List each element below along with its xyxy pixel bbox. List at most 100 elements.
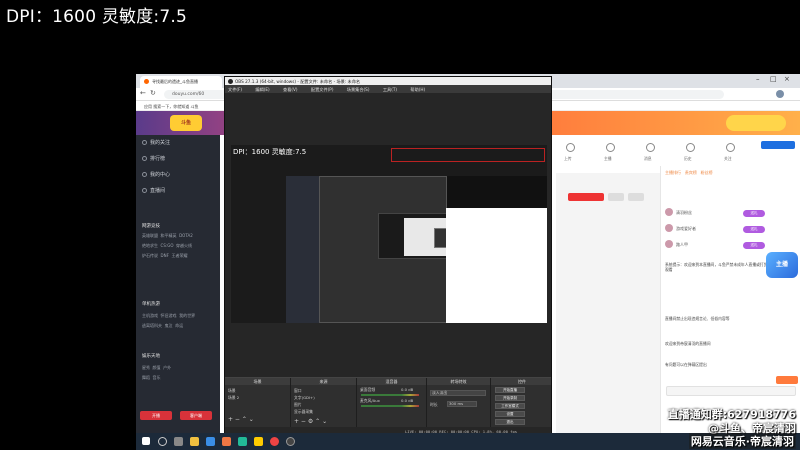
sources-dock: 来源 窗口 文字(GDI+) 图片 显示器采集 + − ⚙ ⌃ ⌄ <box>291 378 357 428</box>
preview-nested-screen <box>286 176 547 323</box>
source-item[interactable]: 文字(GDI+) <box>294 395 315 401</box>
menu-scene-collection[interactable]: 场景集合(S) <box>347 87 370 92</box>
app-icon[interactable] <box>222 437 231 446</box>
sidebar-grid-6[interactable]: 星秀 颜值 户外 <box>142 365 171 371</box>
promo-banner[interactable] <box>726 115 786 131</box>
close-icon[interactable]: × <box>784 75 790 83</box>
menu-edit[interactable]: 编辑(E) <box>255 87 269 92</box>
add-source-icon[interactable]: + − ⚙ ⌃ ⌄ <box>294 418 327 425</box>
reload-icon[interactable]: ↻ <box>150 89 156 97</box>
start-streaming-button[interactable]: 开始直播 <box>495 387 525 393</box>
tag-pill[interactable] <box>628 193 644 201</box>
nav-label-upload: 上传 <box>564 156 572 161</box>
studio-mode-button[interactable]: 工作室模式 <box>495 403 525 409</box>
streamer-icon[interactable] <box>606 143 615 152</box>
browser-tab[interactable]: 寻找最后的遗迹_斗鱼直播 <box>140 76 222 88</box>
scenes-header: 场景 <box>225 378 290 385</box>
message-icon[interactable] <box>646 143 655 152</box>
netease-id-text: 网易云音乐·帝宸清羽 <box>688 433 796 449</box>
tv-icon <box>142 188 147 193</box>
sidebar-grid-7[interactable]: 舞蹈 音乐 <box>142 375 161 381</box>
app-icon[interactable] <box>238 437 247 446</box>
section-title-single: 单机热游 <box>142 302 160 307</box>
search-icon[interactable] <box>158 437 167 446</box>
gift-badge: 送礼 <box>743 226 765 233</box>
section-title-ent: 娱乐天地 <box>142 354 160 359</box>
source-item[interactable]: 图片 <box>294 402 302 408</box>
rank-row[interactable]: 路人甲 <box>665 240 688 248</box>
edge-icon[interactable] <box>206 437 215 446</box>
live-tag[interactable] <box>568 193 604 201</box>
tag-pill[interactable] <box>608 193 624 201</box>
exit-button[interactable]: 退出 <box>495 419 525 425</box>
file-explorer-icon[interactable] <box>190 437 199 446</box>
sidebar-grid-4[interactable]: 主机游戏 怀旧游戏 我的世界 <box>142 313 195 319</box>
chrome-icon[interactable] <box>270 437 279 446</box>
source-item[interactable]: 窗口 <box>294 388 302 394</box>
rank-row[interactable]: 清羽粉丝 <box>665 208 692 216</box>
obs-taskbar-icon[interactable] <box>286 437 295 446</box>
settings-button[interactable]: 设置 <box>495 411 525 417</box>
sidebar-item-rank[interactable]: 排行榜 <box>142 155 165 162</box>
douyu-logo[interactable]: 斗鱼 <box>170 115 202 131</box>
chat-message: 有问题可以在弹幕区提出 <box>665 362 707 367</box>
menu-profile[interactable]: 配置文件(P) <box>311 87 334 92</box>
start-live-button[interactable]: 开播 <box>140 411 172 420</box>
upload-icon[interactable] <box>566 143 575 152</box>
sidebar-item-room[interactable]: 直播间 <box>142 187 165 194</box>
minimize-icon[interactable]: – <box>756 75 760 83</box>
mixer-db: 0.0 dB <box>401 398 414 403</box>
event-badge[interactable]: 主播 <box>766 252 798 278</box>
nav-label-follow: 关注 <box>724 156 732 161</box>
obs-title-bar: OBS 27.1.3 (64-bit, windows) - 配置文件: 未命名… <box>225 77 551 85</box>
avatar <box>665 224 673 232</box>
task-view-icon[interactable] <box>174 437 183 446</box>
scene-item[interactable]: 场景 2 <box>228 395 239 401</box>
follow-icon[interactable] <box>726 143 735 152</box>
menu-view[interactable]: 查看(V) <box>283 87 298 92</box>
back-icon[interactable]: ← <box>140 89 146 97</box>
chat-message: 直播间禁止出现违规言论、低俗内容等 <box>665 316 730 321</box>
menu-tools[interactable]: 工具(T) <box>383 87 397 92</box>
sidebar-grid-1[interactable]: 英雄联盟 和平精英 DOTA2 <box>142 233 193 239</box>
nested-obs <box>319 176 458 323</box>
sources-header: 来源 <box>291 378 356 385</box>
client-button[interactable]: 客户端 <box>180 411 212 420</box>
sidebar-grid-3[interactable]: 炉石传说 DNF 王者荣耀 <box>142 253 187 259</box>
audio-meter <box>361 394 419 396</box>
sidebar-grid-2[interactable]: 绝地求生 CS:GO 穿越火线 <box>142 243 192 249</box>
nav-label-history: 历史 <box>684 156 692 161</box>
app-icon[interactable] <box>254 437 263 446</box>
gift-badge: 送礼 <box>743 210 765 217</box>
user-icon <box>142 172 147 177</box>
avatar <box>665 208 673 216</box>
chat-tabs[interactable]: 主播排行 贵宾榜 粉丝榜 <box>665 170 713 176</box>
rank-row[interactable]: 游戏爱好者 <box>665 224 696 232</box>
menu-help[interactable]: 帮助(H) <box>410 87 425 92</box>
menu-file[interactable]: 文件(F) <box>228 87 242 92</box>
mixer-header: 混音器 <box>357 378 426 385</box>
duration-input[interactable]: 300 ms <box>447 401 477 407</box>
send-button[interactable] <box>776 376 798 384</box>
transition-select[interactable]: 淡入淡出 <box>430 390 486 396</box>
sidebar-item-follow[interactable]: 我的关注 <box>142 139 170 146</box>
sidebar-grid-5[interactable]: 逃离塔科夫 鬼泣 命运 <box>142 323 183 329</box>
obs-window: OBS 27.1.3 (64-bit, windows) - 配置文件: 未命名… <box>224 76 552 435</box>
obs-preview-canvas[interactable]: DPI：1600 灵敏度:7.5 <box>231 145 547 323</box>
controls-dock: 控件 开始直播 开始录制 工作室模式 设置 退出 <box>491 378 551 428</box>
add-scene-icon[interactable]: + − ⌃ ⌄ <box>228 416 254 423</box>
maximize-icon[interactable]: □ <box>770 75 777 83</box>
tab-title: 寻找最后的遗迹_斗鱼直播 <box>152 79 198 84</box>
sidebar-item-center[interactable]: 我的中心 <box>142 171 170 178</box>
start-recording-button[interactable]: 开始录制 <box>495 395 525 401</box>
gift-badge: 送礼 <box>743 242 765 249</box>
profile-avatar[interactable] <box>776 90 784 98</box>
duration-label: 时长 <box>430 402 438 407</box>
history-icon[interactable] <box>686 143 695 152</box>
pc-client-button[interactable] <box>761 141 795 149</box>
start-icon[interactable] <box>142 437 150 445</box>
section-title-online: 网游竞技 <box>142 224 160 229</box>
chat-input[interactable] <box>666 386 796 396</box>
source-item[interactable]: 显示器采集 <box>294 409 313 415</box>
scene-item[interactable]: 场景 <box>228 388 236 394</box>
